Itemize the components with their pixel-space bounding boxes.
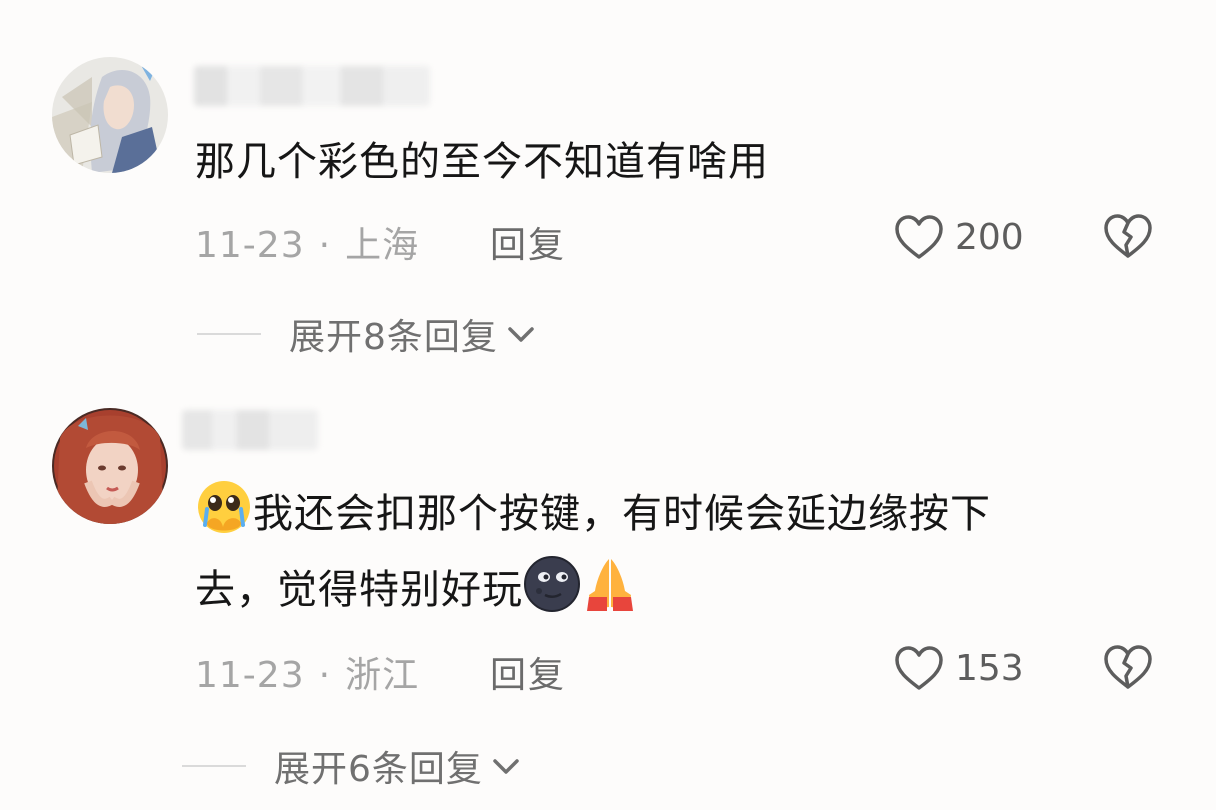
- comment-date: 11-23: [195, 655, 305, 696]
- like-count: 200: [955, 216, 1024, 258]
- comment-meta: 11-23 · 上海: [195, 216, 419, 268]
- like-count: 153: [955, 647, 1024, 689]
- avatar[interactable]: [52, 408, 168, 524]
- heart-outline-icon: [895, 646, 943, 690]
- heart-outline-icon: [895, 215, 943, 259]
- avatar[interactable]: [52, 57, 168, 173]
- comment-text: 那几个彩色的至今不知道有啥用: [195, 139, 769, 185]
- username-redacted[interactable]: [194, 66, 430, 106]
- comment-text-line: 去，觉得特别好玩: [195, 552, 1155, 628]
- folded-hands-icon: [587, 559, 633, 611]
- comment-location: 上海: [345, 225, 420, 266]
- divider-line: [197, 333, 261, 335]
- expand-replies-label: 展开8条回复: [289, 317, 498, 358]
- comment-text-part: 我还会扣那个按键，有时候会延边缘按下: [253, 491, 991, 537]
- chevron-down-icon: [508, 327, 534, 342]
- reply-button[interactable]: 回复: [490, 646, 566, 698]
- meta-separator: ·: [318, 225, 332, 266]
- like-button[interactable]: 200: [893, 212, 1024, 262]
- username-redacted[interactable]: [182, 410, 318, 450]
- meta-separator: ·: [318, 655, 332, 696]
- comment-list: 那几个彩色的至今不知道有啥用 11-23 · 上海 回复 200 展开8条回复: [0, 0, 1216, 810]
- expand-replies-label: 展开6条回复: [274, 749, 483, 790]
- like-button[interactable]: 153: [893, 643, 1024, 693]
- comment-location: 浙江: [345, 655, 420, 696]
- chevron-down-icon: [493, 759, 519, 774]
- comment-text: 我还会扣那个按键，有时候会延边缘按下 去，觉得特别好玩: [195, 476, 1155, 628]
- comment-date: 11-23: [195, 225, 305, 266]
- broken-heart-icon[interactable]: [1102, 212, 1154, 260]
- new-moon-face-icon: [524, 556, 580, 612]
- comment-meta: 11-23 · 浙江: [195, 646, 419, 698]
- pleading-face-crying-icon: [198, 481, 250, 533]
- divider-line: [182, 765, 246, 767]
- reply-button[interactable]: 回复: [490, 216, 566, 268]
- expand-replies-button[interactable]: 展开6条回复: [182, 740, 521, 792]
- comment-text-line: 我还会扣那个按键，有时候会延边缘按下: [195, 476, 1155, 552]
- expand-replies-button[interactable]: 展开8条回复: [197, 308, 536, 360]
- comment-text-part: 去，觉得特别好玩: [195, 567, 523, 613]
- broken-heart-icon[interactable]: [1102, 643, 1154, 691]
